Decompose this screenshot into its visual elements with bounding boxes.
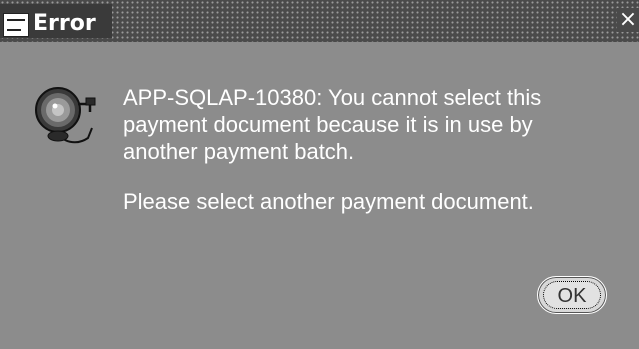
error-message-instruction: Please select another payment document. (123, 189, 534, 214)
error-message: APP-SQLAP-10380: You cannot select this … (123, 84, 633, 215)
ok-button[interactable]: OK (537, 276, 607, 314)
title-bar[interactable]: Error × (0, 0, 639, 42)
title-area: Error (0, 4, 112, 38)
ok-button-label: OK (543, 281, 601, 309)
oracle-applications-icon (3, 13, 29, 37)
bell-alarm-icon (35, 87, 96, 144)
error-dialog-window: Error × APP-SQLAP-10380: You cannot sele… (0, 0, 639, 349)
dialog-body: APP-SQLAP-10380: You cannot select this … (0, 42, 639, 349)
close-icon[interactable]: × (617, 8, 639, 32)
error-message-main: APP-SQLAP-10380: You cannot select this … (123, 85, 542, 164)
window-title: Error (33, 11, 96, 36)
